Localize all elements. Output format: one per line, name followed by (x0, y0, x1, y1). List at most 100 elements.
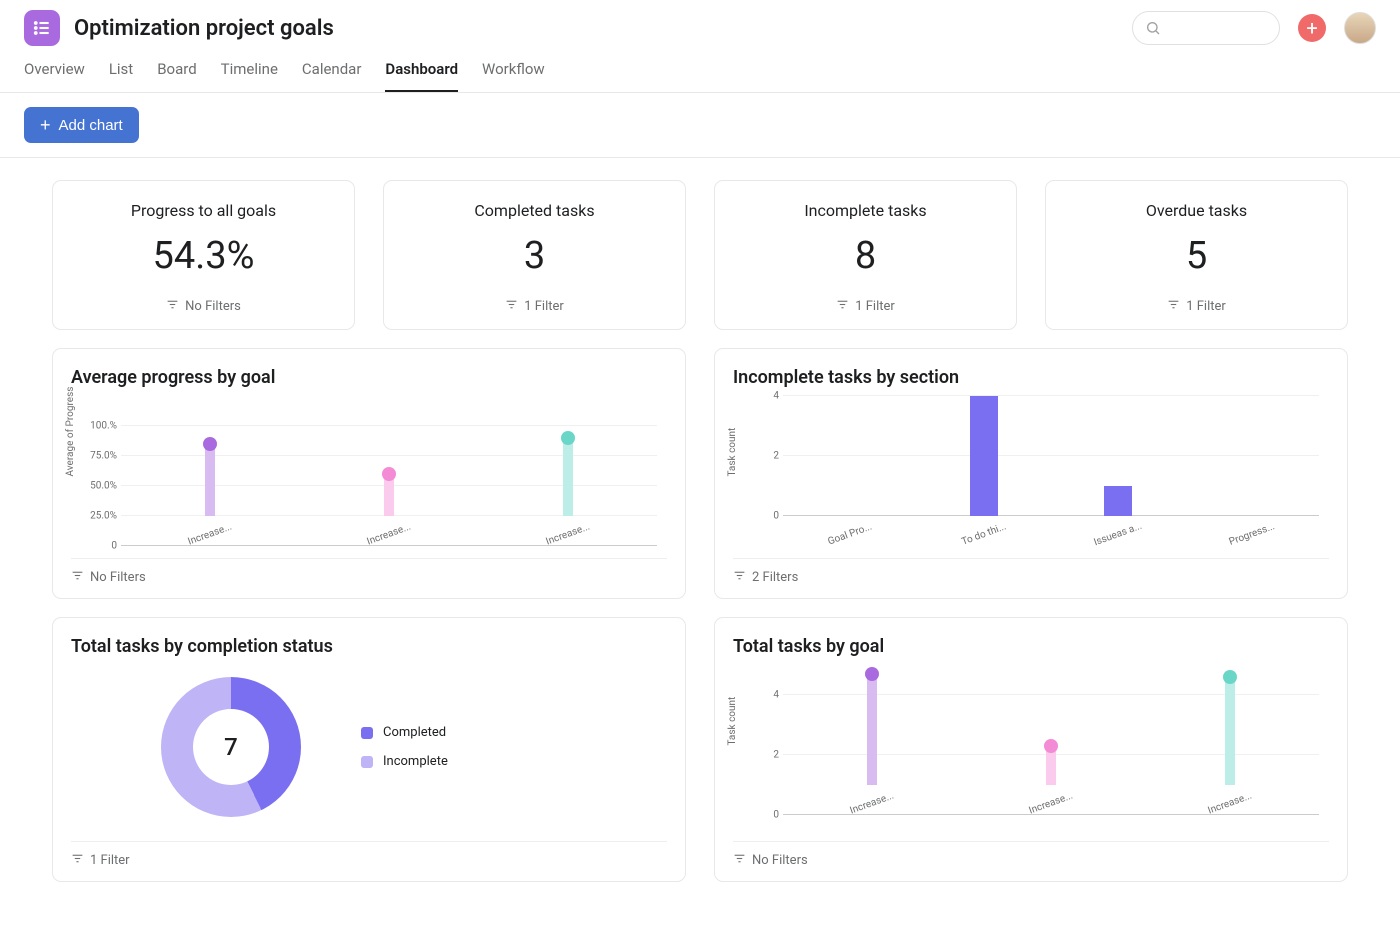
chart-footer[interactable]: No Filters (71, 558, 667, 586)
filter-icon (733, 852, 746, 869)
search-input[interactable] (1132, 11, 1280, 45)
gridline (783, 395, 1319, 396)
stat-value: 3 (400, 234, 669, 278)
stat-card-completed[interactable]: Completed tasks 3 1 Filter (383, 180, 686, 330)
filter-text: 1 Filter (1186, 299, 1226, 314)
chart-bar[interactable] (205, 444, 215, 516)
stat-value: 54.3% (69, 234, 338, 278)
chart-avg-progress[interactable]: Average progress by goal Average of Prog… (52, 348, 686, 599)
stat-row: Progress to all goals 54.3% No Filters C… (52, 180, 1348, 330)
chart-completion-status[interactable]: Total tasks by completion status 7 Compl… (52, 617, 686, 882)
avatar[interactable] (1344, 12, 1376, 44)
tab-calendar[interactable]: Calendar (302, 60, 362, 92)
legend-label: Incomplete (383, 754, 448, 769)
filter-text: 2 Filters (752, 570, 798, 585)
chart-tasks-by-goal[interactable]: Total tasks by goal Task count 024Increa… (714, 617, 1348, 882)
filter-icon (505, 298, 518, 315)
chart-body: Task count 024Goal Pro...To do thi...Iss… (733, 396, 1329, 546)
filter-text: 1 Filter (90, 853, 130, 868)
y-tick: 2 (745, 451, 779, 462)
filter-text: 1 Filter (855, 299, 895, 314)
x-tick: Issueas a... (1092, 521, 1143, 549)
y-tick: 100.% (83, 421, 117, 432)
filter-icon (71, 852, 84, 869)
tab-timeline[interactable]: Timeline (221, 60, 278, 92)
title-row: Optimization project goals + (24, 10, 1376, 46)
stat-title: Completed tasks (400, 201, 669, 220)
tab-workflow[interactable]: Workflow (482, 60, 545, 92)
legend-item-completed[interactable]: Completed (361, 725, 448, 740)
stat-value: 8 (731, 234, 1000, 278)
chart-bar[interactable] (384, 474, 394, 516)
x-tick: Progress... (1228, 521, 1277, 548)
legend-item-incomplete[interactable]: Incomplete (361, 754, 448, 769)
stat-title: Overdue tasks (1062, 201, 1331, 220)
y-tick: 75.0% (83, 451, 117, 462)
chart-bar[interactable] (867, 674, 877, 785)
legend-label: Completed (383, 725, 446, 740)
chart-bar[interactable] (1046, 746, 1056, 785)
stat-filter[interactable]: No Filters (166, 298, 241, 315)
page-title: Optimization project goals (74, 16, 334, 41)
filter-text: 1 Filter (524, 299, 564, 314)
stat-card-progress[interactable]: Progress to all goals 54.3% No Filters (52, 180, 355, 330)
y-tick: 4 (745, 690, 779, 701)
chart-bar[interactable] (970, 396, 998, 516)
stat-card-overdue[interactable]: Overdue tasks 5 1 Filter (1045, 180, 1348, 330)
y-tick: 4 (745, 391, 779, 402)
chart-footer[interactable]: 1 Filter (71, 841, 667, 869)
project-icon[interactable] (24, 10, 60, 46)
chart-footer[interactable]: 2 Filters (733, 558, 1329, 586)
tab-dashboard[interactable]: Dashboard (385, 60, 458, 92)
search-icon (1145, 20, 1161, 36)
plus-icon: + (1306, 18, 1317, 38)
stat-filter[interactable]: 1 Filter (505, 298, 564, 315)
y-axis-label: Task count (727, 697, 738, 746)
filter-text: No Filters (752, 853, 808, 868)
y-tick: 50.0% (83, 481, 117, 492)
stat-card-incomplete[interactable]: Incomplete tasks 8 1 Filter (714, 180, 1017, 330)
tabs: Overview List Board Timeline Calendar Da… (0, 50, 1400, 93)
add-chart-label: Add chart (59, 117, 123, 134)
chart-bar[interactable] (563, 438, 573, 516)
chart-title: Total tasks by completion status (71, 636, 667, 657)
chart-bar[interactable] (1104, 486, 1132, 516)
chart-body: Task count 024Increase...Increase...Incr… (733, 665, 1329, 829)
x-tick: Increase... (187, 521, 234, 547)
add-chart-button[interactable]: + Add chart (24, 107, 139, 143)
stat-filter[interactable]: 1 Filter (836, 298, 895, 315)
chart-title: Incomplete tasks by section (733, 367, 1329, 388)
chart-incomplete-section[interactable]: Incomplete tasks by section Task count 0… (714, 348, 1348, 599)
gridline (783, 694, 1319, 695)
global-add-button[interactable]: + (1298, 14, 1326, 42)
y-axis-label: Task count (727, 428, 738, 477)
stat-title: Progress to all goals (69, 201, 338, 220)
y-tick: 0 (745, 511, 779, 522)
chart-footer[interactable]: No Filters (733, 841, 1329, 869)
tab-board[interactable]: Board (157, 60, 196, 92)
header-right: + (1132, 11, 1376, 45)
stat-filter[interactable]: 1 Filter (1167, 298, 1226, 315)
x-tick: Goal Pro... (826, 521, 873, 547)
tab-list[interactable]: List (109, 60, 133, 92)
x-tick: Increase... (1206, 790, 1253, 816)
tab-overview[interactable]: Overview (24, 60, 85, 92)
toolbar: + Add chart (0, 93, 1400, 158)
stat-title: Incomplete tasks (731, 201, 1000, 220)
dashboard: Progress to all goals 54.3% No Filters C… (0, 158, 1400, 924)
gridline (121, 455, 657, 456)
header: Optimization project goals + (0, 0, 1400, 46)
chart-row-1: Average progress by goal Average of Prog… (52, 348, 1348, 599)
chart-body: 7 Completed Incomplete (71, 665, 667, 829)
filter-icon (71, 569, 84, 586)
x-tick: Increase... (366, 521, 413, 547)
chart-bar[interactable] (1225, 677, 1235, 785)
stat-value: 5 (1062, 234, 1331, 278)
gridline (121, 545, 657, 546)
list-icon (32, 18, 52, 38)
y-tick: 0 (83, 541, 117, 552)
x-tick: Increase... (544, 521, 591, 547)
gridline (783, 814, 1319, 815)
filter-icon (836, 298, 849, 315)
filter-icon (1167, 298, 1180, 315)
